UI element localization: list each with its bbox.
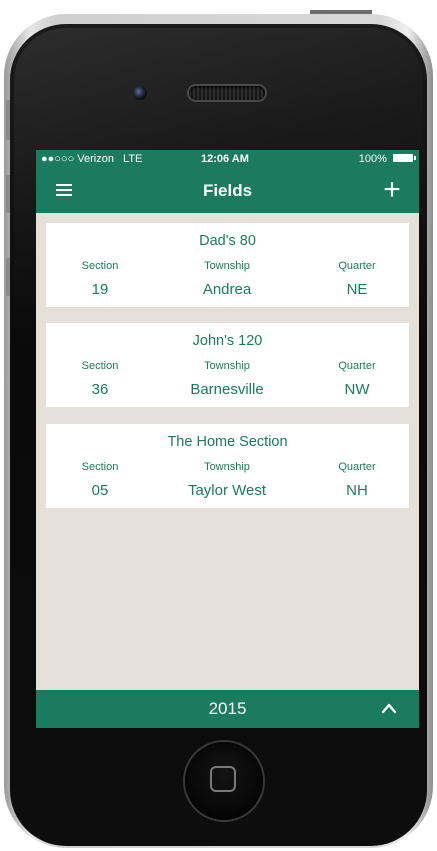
field-name: John's 120 [192,333,263,349]
app-screen: ●●○○○ Verizon LTE 12:06 AM 100% Fields +… [36,150,419,728]
page-title: Fields [202,181,253,200]
section-value: 19 [91,281,109,298]
quarter-label: Quarter [338,360,376,372]
township-value: Andrea [202,281,252,298]
township-value: Barnesville [190,381,264,398]
quarter-value: NH [346,482,368,499]
field-name: Dad's 80 [199,233,256,249]
quarter-value: NW [344,381,370,398]
nav-bar: Fields + [36,168,419,213]
township-label: Township [204,461,250,473]
earpiece-speaker [189,86,265,100]
home-square-icon [210,766,236,792]
chevron-up-icon[interactable] [381,702,397,714]
plus-icon[interactable]: + [377,175,407,205]
battery-icon [393,154,416,163]
battery-percent: 100% [358,153,387,165]
township-value: Taylor West [187,482,267,499]
section-value: 36 [91,381,109,398]
field-card[interactable]: The Home Section Section 05 Township Tay… [46,424,409,508]
year-label: 2015 [208,699,247,718]
quarter-label: Quarter [338,461,376,473]
township-label: Township [204,360,250,372]
quarter-label: Quarter [338,260,376,272]
section-value: 05 [91,482,109,499]
field-card[interactable]: John's 120 Section 36 Township Barnesvil… [46,323,409,407]
carrier-signal: ●●○○○ Verizon [41,153,114,165]
section-label: Section [81,360,119,372]
quarter-value: NE [346,281,368,298]
network-type: LTE [123,153,143,165]
field-card[interactable]: Dad's 80 Section 19 Township Andrea Quar… [46,223,409,307]
status-bar: ●●○○○ Verizon LTE 12:06 AM 100% [36,150,419,168]
section-label: Section [81,461,119,473]
front-camera-icon [133,86,147,100]
township-label: Township [204,260,250,272]
field-name: The Home Section [167,434,288,450]
section-label: Section [81,260,119,272]
status-time: 12:06 AM [201,153,249,165]
year-selector-bar[interactable]: 2015 [36,690,419,728]
hamburger-icon[interactable] [56,184,72,196]
